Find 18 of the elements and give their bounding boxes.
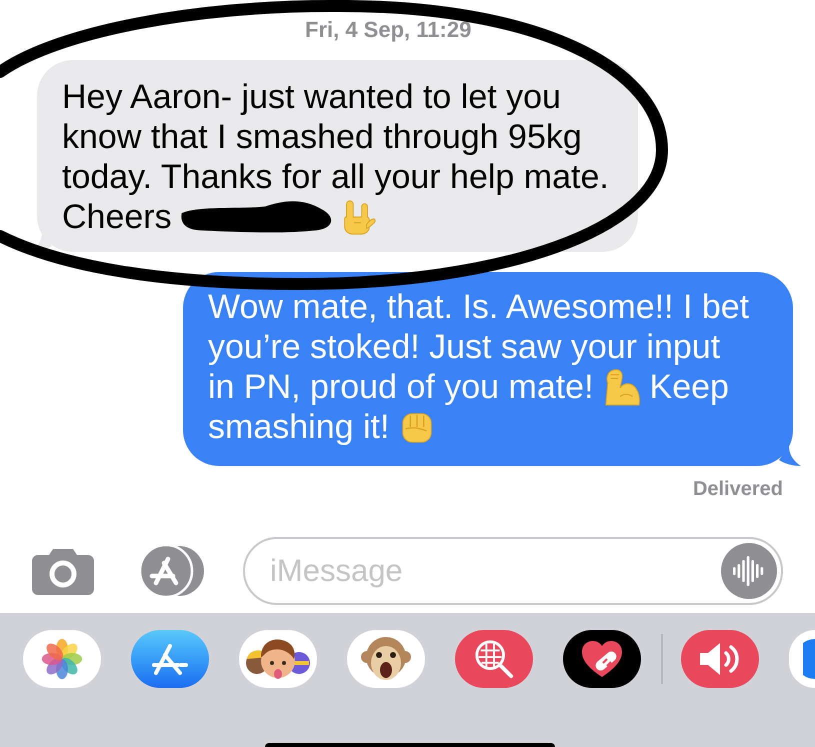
camera-button[interactable]	[32, 547, 94, 595]
camera-icon	[32, 547, 94, 595]
audio-button[interactable]	[721, 543, 777, 599]
delivered-status: Delivered	[692, 477, 783, 501]
globe-search-icon	[473, 638, 515, 680]
timestamp: Fri, 4 Sep, 11:29	[305, 17, 472, 42]
message-field[interactable]: iMessage	[243, 537, 783, 605]
apps-icon	[150, 641, 190, 677]
message-text: in PN, proud of you mate!	[208, 368, 594, 406]
message-text: Hey Aaron- just wanted to let you know that I smashed through 95kg today. Thanks for all your help mate.	[62, 78, 609, 196]
bandaged-heart-icon	[580, 639, 624, 679]
flower-icon	[40, 637, 84, 681]
monkey-face-icon	[361, 635, 411, 683]
message-text: Keep	[650, 368, 729, 406]
message-text: smashing it!	[208, 408, 390, 446]
waveform-icon	[733, 556, 765, 586]
message-text: Cheers	[62, 198, 172, 236]
flexed-arm-icon	[602, 368, 641, 406]
